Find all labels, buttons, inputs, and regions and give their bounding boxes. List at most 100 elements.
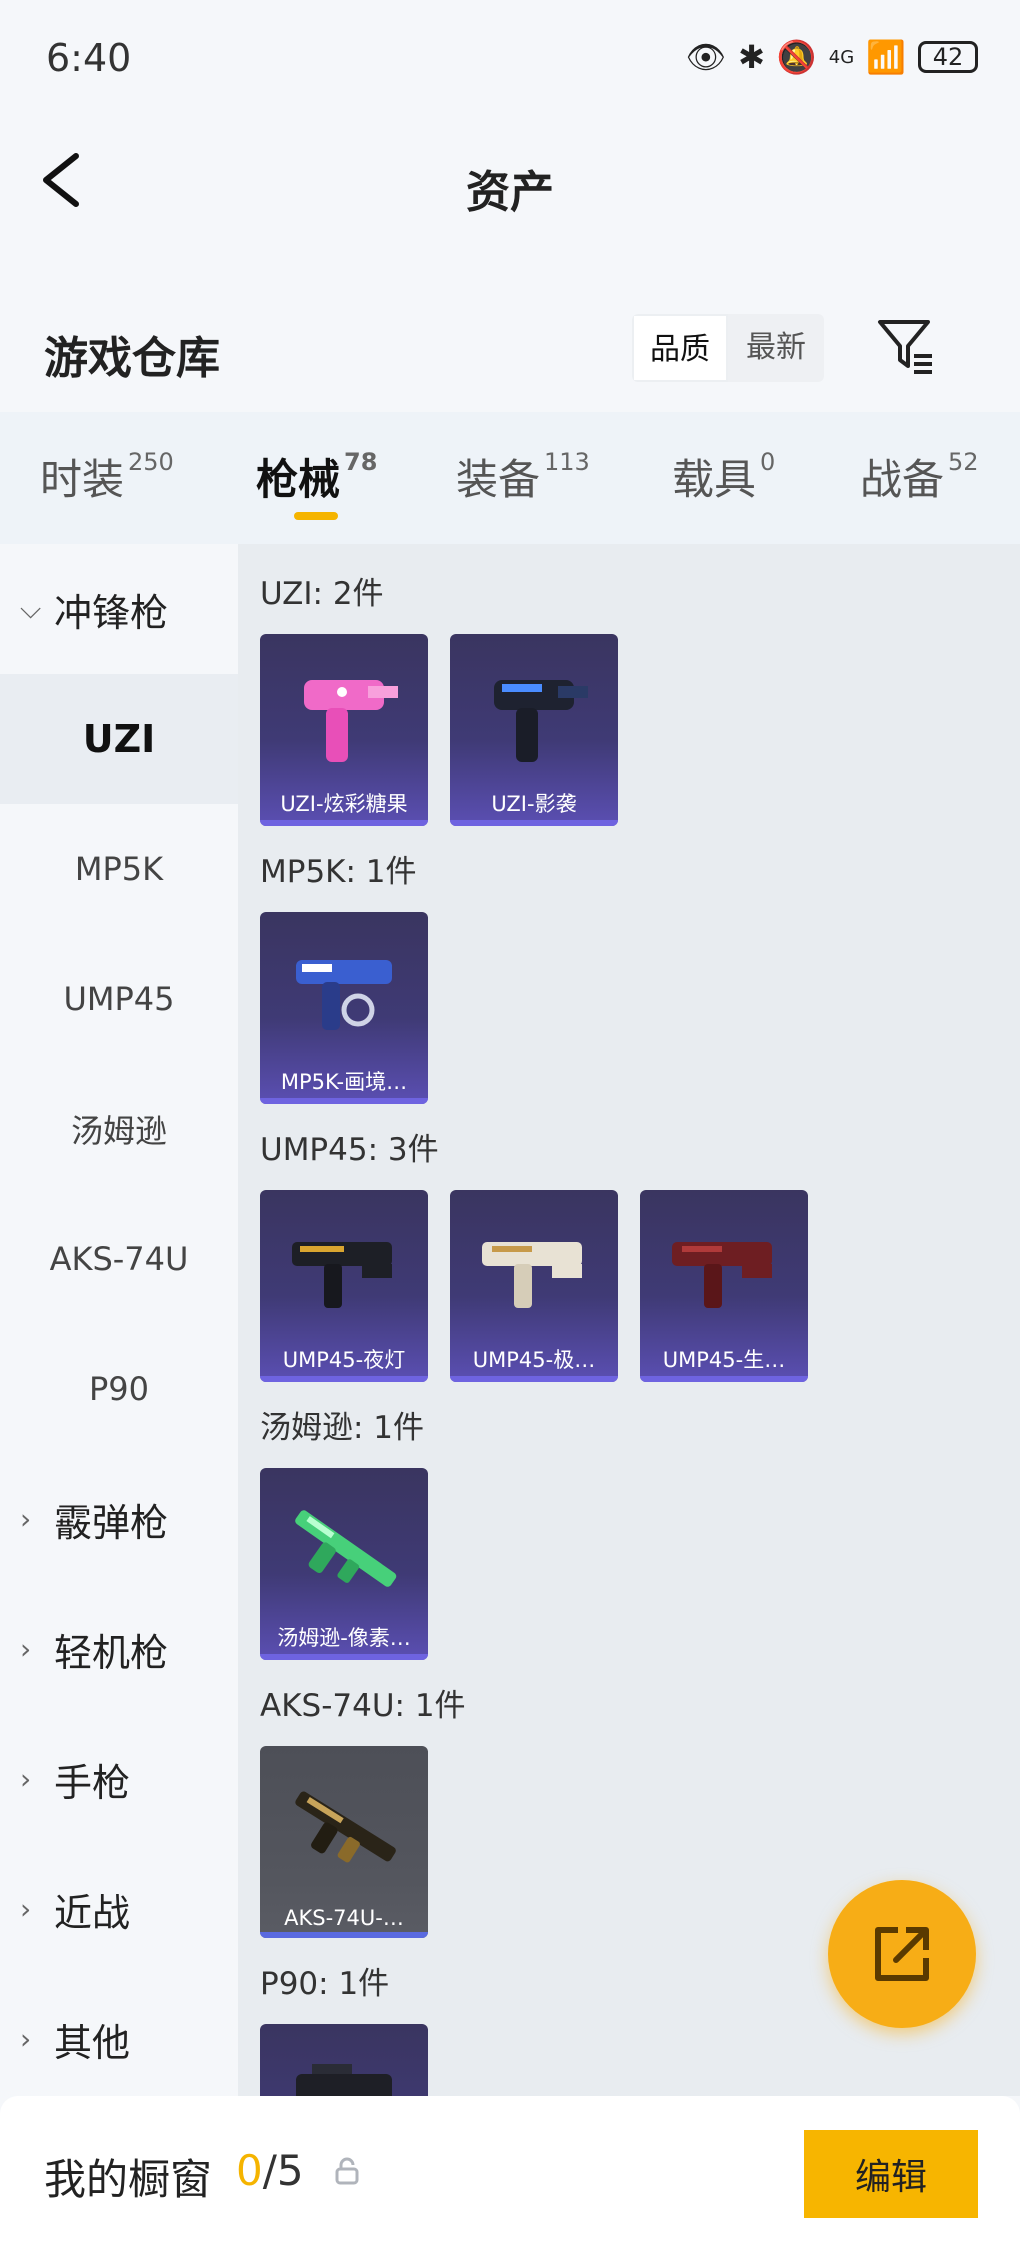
rarity-bar [450, 820, 618, 826]
tab-label: 载具 [672, 455, 757, 504]
share-icon [875, 1927, 929, 1981]
tab-label: 战备 [860, 455, 945, 504]
group-title-uzi: UZI: 2件 [260, 576, 384, 612]
smg-icon [482, 1242, 582, 1308]
weapon-card[interactable]: UMP45-夜灯 [260, 1190, 428, 1382]
rarity-bar [260, 1654, 428, 1660]
battery-icon: 42 [918, 41, 978, 73]
weapon-card-label: UZI-炫彩糖果 [280, 792, 408, 816]
sidebar-item-label: UMP45 [63, 980, 175, 1018]
tab-guns[interactable]: 枪械 78 [256, 446, 377, 507]
rarity-bar [450, 1376, 618, 1382]
network-label: 4G [828, 46, 855, 68]
showcase-bar: 我的橱窗 0/5 编辑 [0, 2096, 1020, 2250]
sort-quality-button[interactable]: 品质 [632, 314, 728, 382]
sidebar-item-uzi[interactable]: UZI [0, 674, 238, 804]
smg-icon [292, 1242, 392, 1308]
showcase-label: 我的橱窗 [44, 2155, 213, 2204]
tab-label: 枪械 [256, 455, 341, 504]
chevron-right-icon: › [20, 1502, 32, 1536]
weapon-card[interactable]: MP5K-画境… [260, 912, 428, 1104]
tab-count: 0 [760, 448, 776, 476]
rarity-bar [260, 1376, 428, 1382]
warehouse-title: 游戏仓库 [44, 333, 220, 384]
status-icons: 👁 ✱ 🔕 4G 📶 42 [685, 38, 978, 76]
chevron-right-icon: › [20, 1892, 32, 1926]
sidebar-item-label: 手枪 [54, 1760, 131, 1805]
weapon-card-label: UMP45-极… [472, 1348, 596, 1372]
weapon-card[interactable] [260, 2024, 428, 2096]
status-bar: 6:40 👁 ✱ 🔕 4G 📶 42 [0, 0, 1020, 120]
smg-icon [672, 1242, 772, 1308]
edit-button[interactable]: 编辑 [804, 2130, 978, 2218]
rarity-bar [260, 1098, 428, 1104]
page-header: 资产 [0, 120, 1020, 240]
tab-equipment[interactable]: 装备 113 [456, 446, 590, 507]
bluetooth-icon: ✱ [738, 38, 765, 76]
sidebar-item-label: 轻机枪 [54, 1630, 169, 1675]
sort-newest-button[interactable]: 最新 [728, 314, 824, 382]
sidebar-item-aks74u[interactable]: AKS-74U [0, 1194, 238, 1324]
tab-label: 时装 [40, 455, 125, 504]
weapon-card[interactable]: UMP45-生… [640, 1190, 808, 1382]
smg-icon [296, 2064, 392, 2096]
weapon-card-label: UMP45-生… [662, 1348, 786, 1372]
sidebar-item-thompson[interactable]: 汤姆逊 [0, 1064, 238, 1194]
sidebar-item-ump45[interactable]: UMP45 [0, 934, 238, 1064]
sidebar-item-label: UZI [82, 717, 156, 761]
sidebar-item-other[interactable]: › 其他 [0, 1974, 238, 2096]
filter-icon[interactable] [876, 316, 936, 376]
weapon-card-label: 汤姆逊-像素… [277, 1626, 411, 1650]
signal-icon: 📶 [866, 38, 906, 76]
group-title-ump45: UMP45: 3件 [260, 1132, 439, 1168]
smg-icon [296, 960, 392, 1030]
weapon-card[interactable]: UMP45-极… [450, 1190, 618, 1382]
sidebar-item-label: AKS-74U [49, 1240, 189, 1278]
rifle-icon [295, 1791, 396, 1863]
sidebar-item-pistol[interactable]: › 手枪 [0, 1714, 238, 1844]
tab-label: 装备 [456, 455, 541, 504]
showcase-count: 0/5 [236, 2146, 304, 2195]
showcase-count-current: 0 [236, 2146, 263, 2195]
chevron-down-icon: ⌵ [20, 592, 42, 625]
weapon-card[interactable]: AKS-74U-… [260, 1746, 428, 1938]
sidebar-item-label: 冲锋枪 [54, 590, 169, 635]
share-button[interactable] [828, 1880, 976, 2028]
group-title-p90: P90: 1件 [260, 1966, 390, 2002]
sidebar-item-label: 近战 [54, 1890, 131, 1935]
tab-count: 113 [544, 448, 590, 476]
smg-icon [304, 680, 398, 762]
weapon-card[interactable]: UZI-影袭 [450, 634, 618, 826]
weapon-card-label: AKS-74U-… [284, 1906, 404, 1930]
rifle-icon [295, 1510, 397, 1587]
sidebar-item-mp5k[interactable]: MP5K [0, 804, 238, 934]
sidebar-item-label: 汤姆逊 [70, 1112, 167, 1150]
tab-supplies[interactable]: 战备 52 [860, 446, 979, 507]
sidebar-item-melee[interactable]: › 近战 [0, 1844, 238, 1974]
page-title: 资产 [466, 167, 554, 218]
sidebar-item-smg[interactable]: ⌵ 冲锋枪 [0, 544, 238, 674]
sidebar-item-label: MP5K [74, 850, 164, 888]
sidebar-item-label: 霰弹枪 [54, 1500, 169, 1545]
tab-vehicles[interactable]: 载具 0 [672, 446, 775, 507]
tab-fashion[interactable]: 时装 250 [40, 446, 174, 507]
rarity-bar [640, 1376, 808, 1382]
group-title-aks74u: AKS-74U: 1件 [260, 1688, 466, 1724]
group-title-thompson: 汤姆逊: 1件 [260, 1410, 425, 1446]
lock-icon [335, 2157, 359, 2185]
sidebar-item-label: P90 [88, 1370, 149, 1408]
status-time: 6:40 [46, 36, 132, 80]
sidebar-item-label: 其他 [54, 2020, 131, 2065]
weapon-card[interactable]: UZI-炫彩糖果 [260, 634, 428, 826]
weapon-card[interactable]: 汤姆逊-像素… [260, 1468, 428, 1660]
tab-count: 52 [948, 448, 979, 476]
sidebar-item-lmg[interactable]: › 轻机枪 [0, 1584, 238, 1714]
sidebar-item-shotgun[interactable]: › 霰弹枪 [0, 1454, 238, 1584]
sidebar-item-p90[interactable]: P90 [0, 1324, 238, 1454]
group-title-mp5k: MP5K: 1件 [260, 854, 417, 890]
showcase-count-total: /5 [262, 2146, 304, 2195]
weapon-grid: UZI: 2件 UZI-炫彩糖果 UZI-影袭 MP5K: 1件 MP5K-画境… [238, 544, 1020, 2096]
rarity-bar [260, 1932, 428, 1938]
weapon-card-label: MP5K-画境… [280, 1070, 408, 1094]
eye-icon: 👁 [685, 38, 727, 76]
